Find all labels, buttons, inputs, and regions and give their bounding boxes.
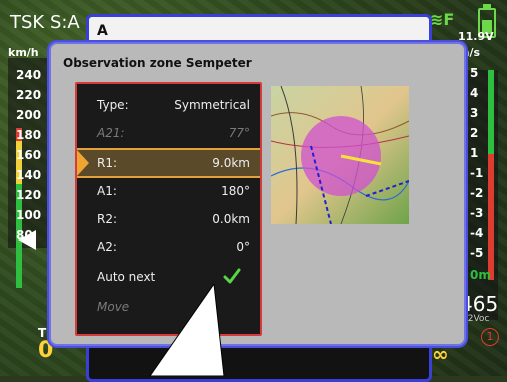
row-label: A1: [97,184,117,198]
speed-tick-label: 120 [16,188,42,202]
row-value: 9.0km [212,156,250,170]
vario-tick-label: -5 [470,246,484,260]
speed-tick-label: 200 [16,108,42,122]
speed-pointer-icon [18,230,36,250]
top-tab-label: A [97,23,108,39]
row-value: 77° [228,126,250,140]
vario-tick-label: 2 [470,126,479,140]
list-item[interactable]: A1: 180° [77,178,260,206]
pointer-wedge-icon [149,284,225,376]
speed-tick-label: 240 [16,68,42,82]
altitude-sub: 92Voc [462,314,490,324]
list-item-selected[interactable]: R1: 9.0km [77,148,260,178]
dialog-title: Observation zone Sempeter [63,56,252,70]
gps-icon: ≋F [430,10,455,29]
row-value: Symmetrical [174,98,250,112]
vario-tick-label: 3 [470,106,479,120]
zone-preview-map [271,86,409,224]
speed-tick-label: 220 [16,88,42,102]
speed-tick-label: 160 [16,148,42,162]
list-item: A21: 77° [77,120,260,148]
vario-tick-label: 5 [470,66,479,80]
list-item[interactable]: Type: Symmetrical [77,92,260,120]
vario-tick-label: 4 [470,86,479,100]
vario-color-bar [488,70,494,280]
vario-tick-label: 1 [470,146,479,160]
list-item[interactable]: R2: 0.0km [77,206,260,234]
row-label: Move [97,300,130,314]
checkmark-icon[interactable] [223,267,241,285]
speed-tick-label: 140 [16,168,42,182]
vario-tick-label: -1 [470,166,484,180]
vario-tick-label: -3 [470,206,484,220]
row-label: A21: [97,126,125,140]
row-value: 180° [221,184,250,198]
vario-tick-label: -4 [470,226,484,240]
alert-number-badge: 1 [481,328,499,346]
observation-zone-dialog: Observation zone Sempeter Type: Symmetri… [49,42,466,346]
row-value: 0° [236,240,250,254]
speed-tick-label: 180 [16,128,42,142]
row-label: A2: [97,240,117,254]
list-item[interactable]: A2: 0° [77,234,260,262]
speed-tick-label: 100 [16,208,42,222]
row-label: Type: [97,98,129,112]
row-label: Auto next [97,270,156,284]
row-value: 0.0km [212,212,250,226]
vario-tick-label: -2 [470,186,484,200]
row-label: R2: [97,212,118,226]
task-status-label: TSK S:A [10,12,80,33]
row-label: R1: [97,156,118,170]
battery-voltage: 11.9V [458,30,494,43]
vario-zero: 0m [470,268,491,282]
